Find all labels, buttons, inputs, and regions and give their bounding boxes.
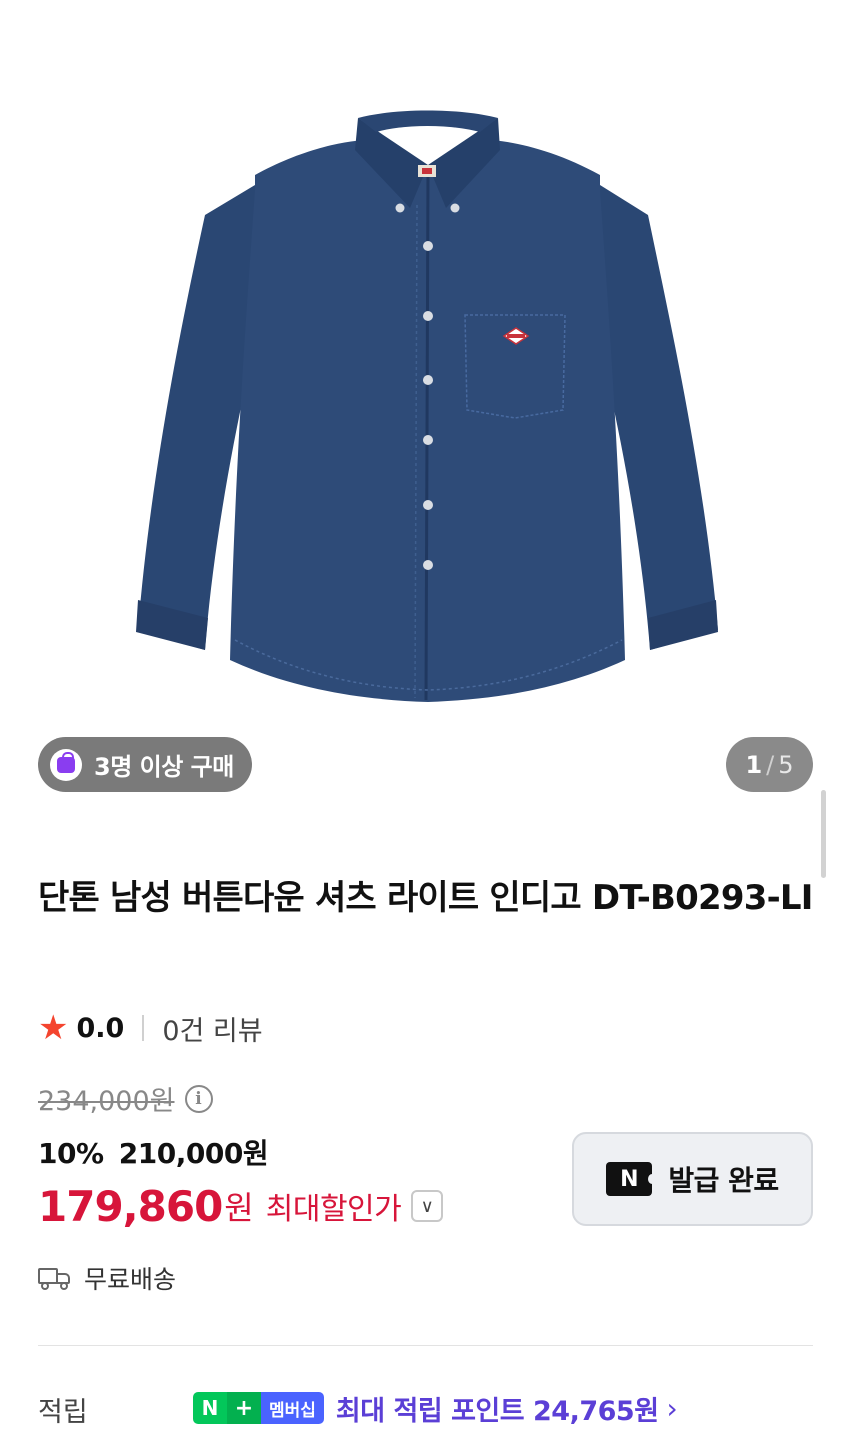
rating-score: 0.0 [76,1012,125,1044]
naver-plus-membership-badge: N + 멤버십 [193,1392,324,1424]
section-divider [38,1345,813,1346]
coupon-status-label: 발급 완료 [668,1164,779,1197]
points-link[interactable]: N + 멤버십 최대 적립 포인트 24,765원 › [193,1390,678,1427]
image-counter-total: 5 [778,750,794,779]
naver-n-icon: N [606,1162,657,1196]
max-discount-row: 179,860 원 최대할인가 ∨ [38,1178,444,1234]
group-buy-badge[interactable]: 3명 이상 구매 [38,737,252,792]
image-counter: 1 / 5 [726,737,813,792]
info-icon[interactable]: i [184,1084,213,1113]
denim-shirt-image [136,110,718,702]
image-counter-current: 1 [745,750,763,779]
original-price: 234,000원 [38,1086,175,1117]
max-discount-label: 최대할인가 [265,1192,402,1227]
product-title: 단톤 남성 버튼다운 셔츠 라이트 인디고 DT-B0293-LI [38,878,813,918]
scrollbar[interactable] [821,790,826,878]
star-icon: ★ [38,1008,69,1048]
chevron-down-icon[interactable]: ∨ [411,1190,444,1222]
discount-rate: 10% [38,1137,104,1170]
points-label: 적립 [38,1397,88,1428]
review-count-link[interactable]: 0건 리뷰 [162,1009,262,1048]
chevron-right-icon: › [666,1391,678,1425]
image-counter-separator: / [766,750,775,779]
sale-price-row: 10% 210,000원 [38,1132,269,1172]
shipping-label: 무료배송 [84,1265,177,1294]
shipping-row: 무료배송 [38,1260,176,1296]
max-discount-price: 179,860 [38,1181,223,1231]
max-discount-unit: 원 [224,1189,254,1227]
original-price-row: 234,000원 i [38,1079,213,1118]
max-points-text: 최대 적립 포인트 24,765원 [335,1395,659,1427]
truck-icon [38,1266,72,1290]
rating-row[interactable]: ★ 0.0 0건 리뷰 [38,1008,263,1048]
coupon-button[interactable]: N 발급 완료 [572,1132,813,1226]
rating-divider [142,1015,145,1041]
group-buy-label: 3명 이상 구매 [94,753,234,781]
sale-price: 210,000원 [118,1137,269,1170]
product-image[interactable] [0,0,850,720]
shopping-bag-icon [50,748,82,781]
